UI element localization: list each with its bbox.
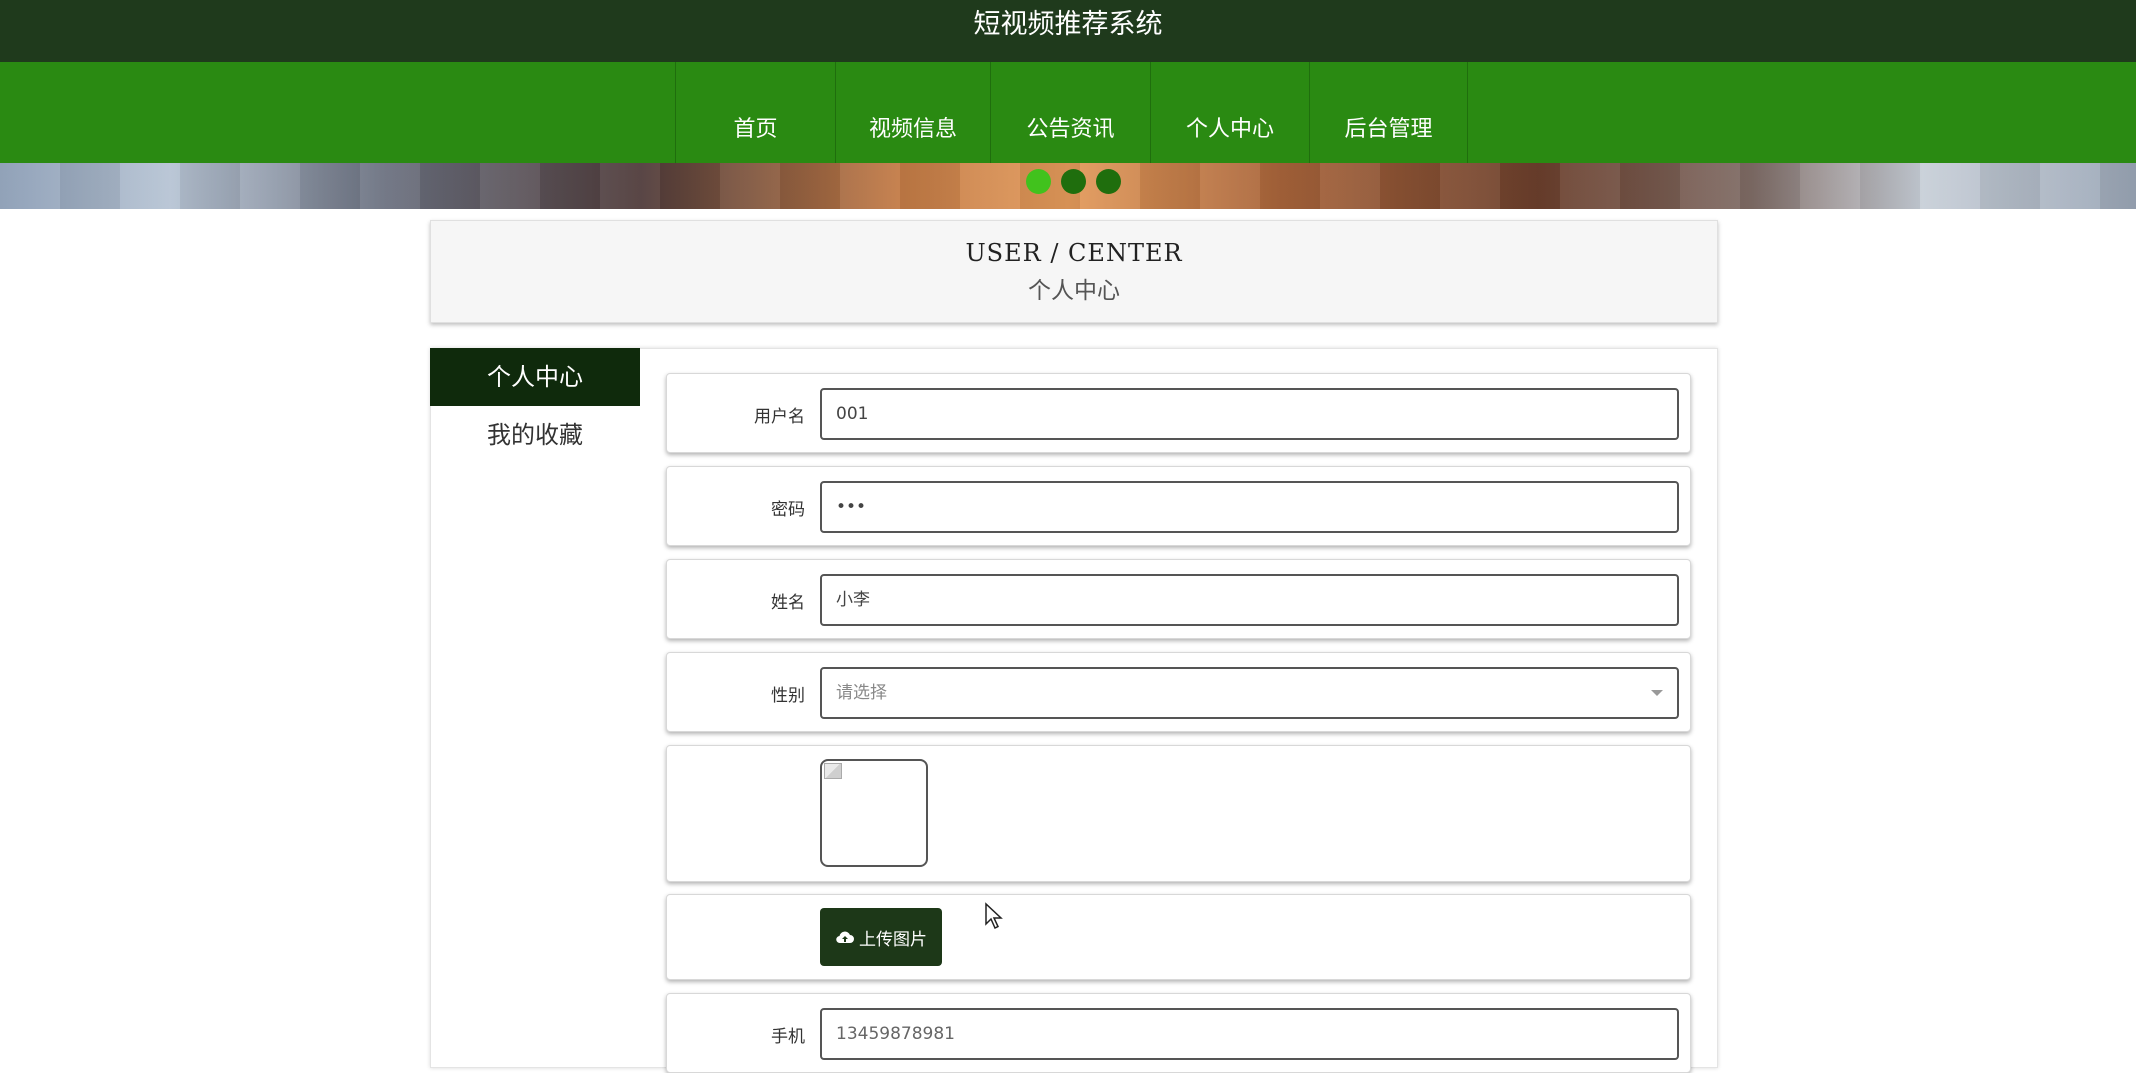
gender-select[interactable]: 请选择: [820, 667, 1679, 719]
page-header: USER / CENTER 个人中心: [430, 220, 1718, 323]
sidebar-menu: 个人中心 我的收藏: [430, 348, 640, 464]
banner-carousel: [0, 163, 2136, 209]
main-nav: 首页 视频信息 公告资讯 个人中心 后台管理: [0, 62, 2136, 163]
sidebar-item-favorites[interactable]: 我的收藏: [430, 406, 640, 464]
nav-items: 首页 视频信息 公告资讯 个人中心 后台管理: [675, 62, 1468, 163]
nav-item-home[interactable]: 首页: [675, 62, 835, 163]
name-row: 姓名 小李: [666, 559, 1691, 639]
carousel-dot-3[interactable]: [1096, 169, 1121, 194]
avatar-row: [666, 745, 1691, 882]
upload-image-button[interactable]: 上传图片: [820, 908, 942, 966]
carousel-dot-2[interactable]: [1061, 169, 1086, 194]
username-row: 用户名 001: [666, 373, 1691, 453]
avatar-preview[interactable]: [820, 759, 928, 867]
nav-item-video-info[interactable]: 视频信息: [835, 62, 990, 163]
phone-row: 手机 13459878981: [666, 993, 1691, 1073]
carousel-dot-1[interactable]: [1026, 169, 1051, 194]
username-input[interactable]: 001: [820, 388, 1679, 440]
gender-select-value: 请选择: [836, 683, 887, 703]
name-label: 姓名: [771, 593, 805, 613]
name-input[interactable]: 小李: [820, 574, 1679, 626]
cloud-upload-icon: [836, 931, 854, 944]
upload-image-label: 上传图片: [859, 929, 927, 950]
carousel-indicators: [1026, 169, 1121, 194]
broken-image-icon: [824, 763, 842, 779]
mouse-pointer-icon: [985, 902, 1003, 930]
page-title-cn: 个人中心: [1028, 278, 1120, 304]
nav-item-admin[interactable]: 后台管理: [1309, 62, 1468, 163]
gender-row: 性别 请选择: [666, 652, 1691, 732]
chevron-down-icon: [1651, 690, 1663, 696]
nav-item-news[interactable]: 公告资讯: [990, 62, 1150, 163]
nav-item-user-center[interactable]: 个人中心: [1150, 62, 1309, 163]
password-input[interactable]: •••: [820, 481, 1679, 533]
password-label: 密码: [771, 500, 805, 520]
password-row: 密码 •••: [666, 466, 1691, 546]
app-title: 短视频推荐系统: [0, 0, 2136, 62]
username-label: 用户名: [754, 407, 805, 427]
phone-label: 手机: [771, 1027, 805, 1047]
page-title-en: USER / CENTER: [965, 239, 1183, 267]
phone-input[interactable]: 13459878981: [820, 1008, 1679, 1060]
gender-label: 性别: [771, 686, 805, 706]
upload-row: 上传图片: [666, 894, 1691, 980]
sidebar-item-user-center[interactable]: 个人中心: [430, 348, 640, 406]
